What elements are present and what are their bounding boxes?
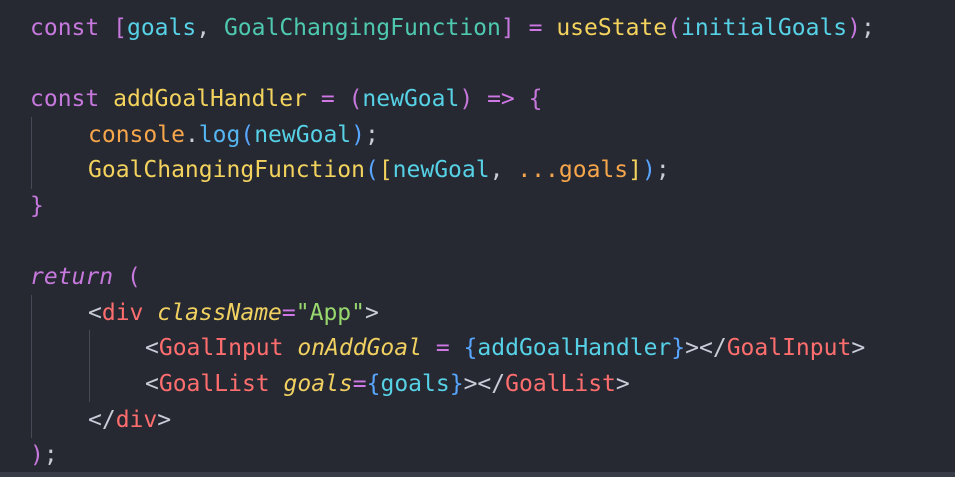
close-bracket: ] <box>628 157 642 183</box>
indent-guide-1 <box>31 117 32 189</box>
div-closing-tag: div <box>115 407 158 433</box>
close-paren: ) <box>351 122 365 148</box>
string-app: "App" <box>295 300 365 326</box>
comma: , <box>489 157 504 183</box>
code-line-5: GoalChangingFunction([newGoal, ...goals]… <box>88 152 670 188</box>
code-line-12: </div> <box>88 402 171 438</box>
semicolon: ; <box>365 122 379 148</box>
code-editor[interactable]: const [goals, GoalChangingFunction] = us… <box>0 0 955 477</box>
open-bracket: [ <box>113 15 127 41</box>
tag-close-angle: > <box>615 371 630 397</box>
close-paren: ) <box>459 86 474 112</box>
close-paren: ) <box>641 157 656 183</box>
semicolon: ; <box>43 442 58 468</box>
code-line-10: <GoalInput onAddGoal = {addGoalHandler}>… <box>145 330 865 366</box>
close-paren: ) <box>847 15 861 41</box>
use-state-call: useState <box>556 15 668 41</box>
array-item-new-goal: newGoal <box>392 157 490 183</box>
goal-list-closing-tag: GoalList <box>505 371 616 397</box>
comma: , <box>196 15 211 41</box>
open-paren: ( <box>348 86 363 112</box>
open-brace: { <box>366 371 381 397</box>
close-brace: } <box>30 193 44 219</box>
tag-open-angle: < <box>145 335 159 361</box>
handler-reference: addGoalHandler <box>477 335 672 361</box>
equals: = <box>352 371 367 397</box>
open-paren: ( <box>240 122 255 148</box>
open-bracket: [ <box>378 157 393 183</box>
code-line-1: const [goals, GoalChangingFunction] = us… <box>30 10 875 46</box>
handler-name: addGoalHandler <box>113 86 307 112</box>
code-line-6: } <box>30 188 44 224</box>
tag-open-angle: < <box>88 300 102 326</box>
horizontal-scrollbar[interactable] <box>0 472 955 477</box>
goals-attribute: goals <box>283 371 353 397</box>
indent-guide-3 <box>89 330 90 402</box>
equals: = <box>435 335 450 361</box>
assign-operator: = <box>528 15 543 41</box>
semicolon: ; <box>861 15 875 41</box>
semicolon: ; <box>655 157 670 183</box>
closing-tag-start: </ <box>88 407 116 433</box>
goal-input-closing-tag: GoalInput <box>726 335 852 361</box>
goal-list-tag: GoalList <box>158 371 270 397</box>
close-brace: } <box>671 335 686 361</box>
indent-guide-2 <box>31 295 32 438</box>
open-paren: ( <box>667 15 681 41</box>
dot: . <box>184 122 199 148</box>
tag-open-angle: < <box>145 371 159 397</box>
tag-close-angle: > <box>851 335 866 361</box>
spread-goals: ...goals <box>517 157 629 183</box>
open-brace: { <box>528 86 543 112</box>
close-brace: } <box>449 371 464 397</box>
class-name-attribute: className <box>157 300 282 326</box>
keyword-const: const <box>30 15 100 41</box>
variable-goals: goals <box>126 15 197 41</box>
div-tag: div <box>101 300 144 326</box>
setter-name: GoalChangingFunction <box>223 15 501 41</box>
equals: = <box>281 300 296 326</box>
open-paren: ( <box>126 264 141 290</box>
code-line-13: ); <box>30 437 58 473</box>
code-line-8: return ( <box>30 259 141 295</box>
code-line-3: const addGoalHandler = (newGoal) => { <box>30 81 543 117</box>
argument-initial-goals: initialGoals <box>680 15 848 41</box>
parameter-new-goal: newGoal <box>362 86 460 112</box>
argument-new-goal: newGoal <box>254 122 352 148</box>
open-brace: { <box>463 335 478 361</box>
tag-close-angle: > <box>365 300 379 326</box>
close-bracket: ] <box>500 15 515 41</box>
console-object: console <box>88 122 185 148</box>
goal-input-tag: GoalInput <box>158 335 284 361</box>
assign-operator: = <box>320 86 335 112</box>
closing-tag-start: ></ <box>685 335 727 361</box>
code-line-4: console.log(newGoal); <box>88 117 379 153</box>
open-paren: ( <box>364 157 379 183</box>
on-add-goal-attribute: onAddGoal <box>297 335 422 361</box>
close-paren: ) <box>30 442 44 468</box>
arrow-operator: => <box>487 86 515 112</box>
tag-close-angle: > <box>157 407 172 433</box>
closing-tag-start: ></ <box>463 371 506 397</box>
code-line-9: <div className="App"> <box>88 295 379 331</box>
code-line-11: <GoalList goals={goals}></GoalList> <box>145 366 630 402</box>
keyword-const: const <box>30 86 100 112</box>
log-method: log <box>198 122 241 148</box>
keyword-return: return <box>30 264 114 290</box>
setter-call: GoalChangingFunction <box>88 157 365 183</box>
goals-reference: goals <box>380 371 450 397</box>
